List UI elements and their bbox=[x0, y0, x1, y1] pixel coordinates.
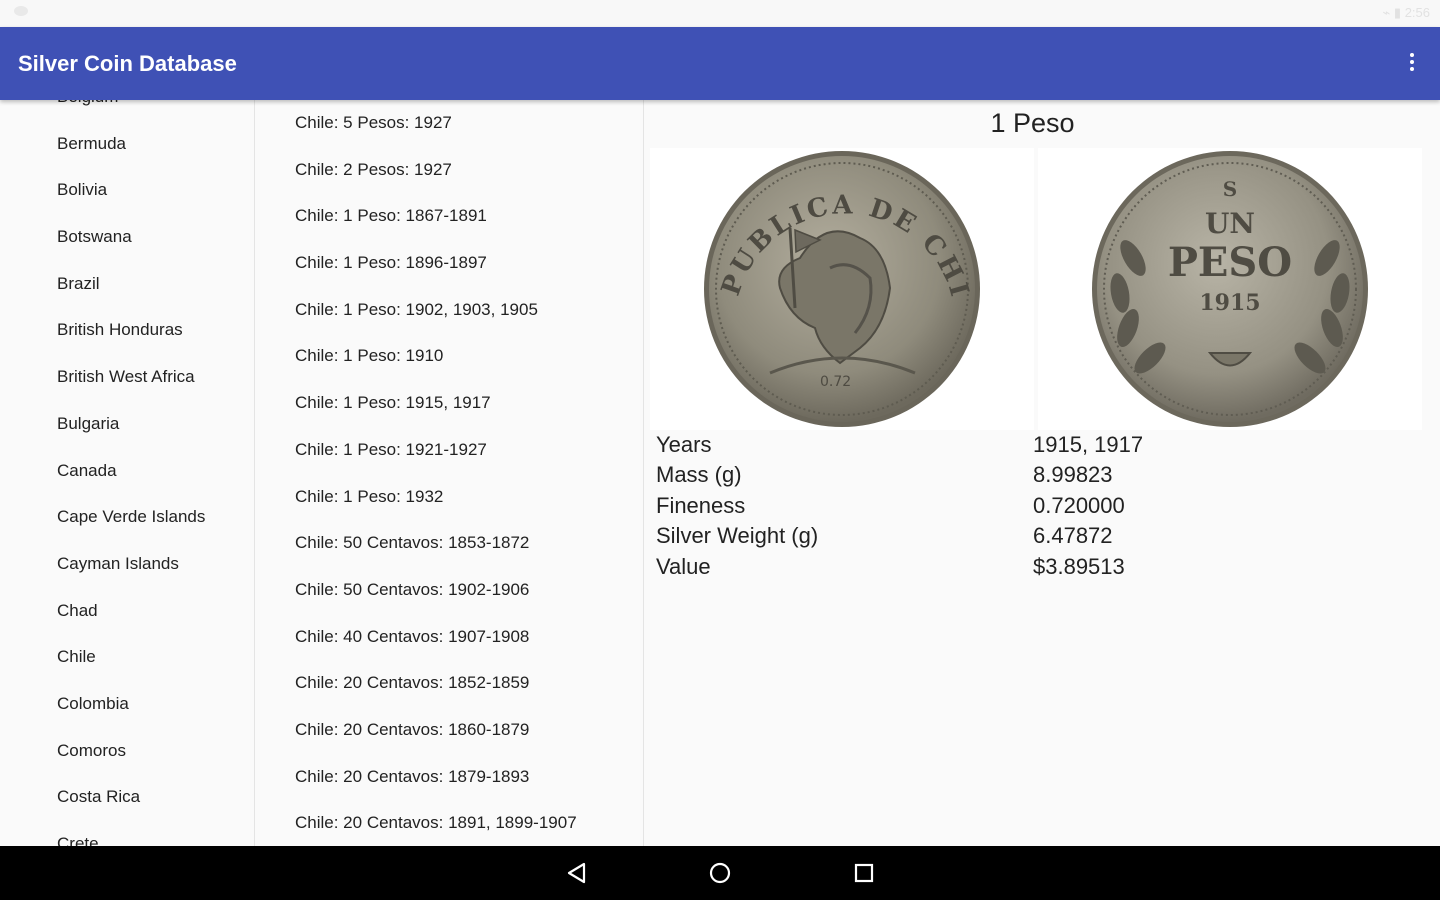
svg-text:S: S bbox=[1223, 177, 1237, 201]
back-icon bbox=[567, 862, 586, 884]
country-item[interactable]: Comoros bbox=[0, 728, 254, 775]
country-item[interactable]: Cape Verde Islands bbox=[0, 494, 254, 541]
property-value: 8.99823 bbox=[1033, 462, 1113, 488]
coin-item[interactable]: Chile: 1 Peso: 1867-1891 bbox=[256, 193, 643, 240]
status-indicators: ⌁ ▮ 2:56 bbox=[1382, 5, 1430, 20]
country-item[interactable]: British Honduras bbox=[0, 307, 254, 354]
coin-item[interactable]: Chile: 1 Peso: 1915, 1917 bbox=[256, 380, 643, 427]
country-item[interactable]: Bulgaria bbox=[0, 401, 254, 448]
property-value: 1915, 1917 bbox=[1033, 432, 1144, 457]
svg-text:0.72: 0.72 bbox=[820, 374, 851, 390]
svg-text:PESO: PESO bbox=[1168, 239, 1292, 286]
coin-item[interactable]: Chile: 1 Peso: 1921-1927 bbox=[256, 427, 643, 474]
coin-item[interactable]: Chile: 1 Peso: 1902, 1903, 1905 bbox=[256, 287, 643, 334]
svg-text:UN: UN bbox=[1205, 207, 1255, 240]
coin-title: 1 Peso bbox=[990, 108, 1075, 138]
coin-item[interactable]: Chile: 50 Centavos: 1853-1872 bbox=[256, 520, 643, 567]
property-row: Fineness 0.720000 bbox=[656, 491, 1426, 521]
property-row: Silver Weight (g) 6.47872 bbox=[656, 521, 1426, 551]
property-label: Mass (g) bbox=[656, 462, 742, 488]
property-value: 6.47872 bbox=[1033, 523, 1113, 549]
status-bar: ⌁ ▮ 2:56 bbox=[0, 0, 1440, 27]
coin-item[interactable]: Chile: 50 Centavos: 1902-1906 bbox=[256, 567, 643, 614]
coin-detail: 1 Peso REPUBLICA DE CHILE bbox=[638, 100, 1440, 846]
property-row: Mass (g) 8.99823 bbox=[656, 460, 1426, 490]
country-item[interactable]: Costa Rica bbox=[0, 774, 254, 821]
recents-icon bbox=[854, 863, 874, 883]
navigation-bar bbox=[0, 846, 1440, 900]
coin-item[interactable]: Chile: 20 Centavos: 1860-1879 bbox=[256, 707, 643, 754]
country-item[interactable]: Cayman Islands bbox=[0, 541, 254, 588]
notification-icon bbox=[14, 6, 28, 16]
coin-reverse-image: S UN PESO 1915 bbox=[1038, 148, 1422, 430]
property-row: Years 1915, 1917 bbox=[656, 430, 1426, 460]
country-item[interactable]: Brazil bbox=[0, 261, 254, 308]
coin-item[interactable]: Chile: 20 Centavos: 1852-1859 bbox=[256, 660, 643, 707]
coin-item[interactable]: Chile: 1 Peso: 1896-1897 bbox=[256, 240, 643, 287]
property-label: Years bbox=[656, 432, 712, 457]
coin-item[interactable]: Chile: 40 Centavos: 1907-1908 bbox=[256, 614, 643, 661]
country-item[interactable]: British West Africa bbox=[0, 354, 254, 401]
coin-list[interactable]: Chile: 5 Pesos: 1927 Chile: 2 Pesos: 1927… bbox=[256, 100, 644, 846]
country-item[interactable]: Bolivia bbox=[0, 167, 254, 214]
coin-obverse-image: REPUBLICA DE CHILE 0.72 bbox=[638, 125, 1034, 430]
property-label: Value bbox=[656, 553, 711, 579]
property-label: Silver Weight (g) bbox=[656, 523, 819, 549]
country-item[interactable]: Canada bbox=[0, 448, 254, 495]
recents-button[interactable] bbox=[849, 858, 879, 888]
coin-item[interactable]: Chile: 1 Peso: 1932 bbox=[256, 474, 643, 521]
country-list[interactable]: BelgiumBermudaBoliviaBotswanaBrazilBriti… bbox=[0, 100, 255, 846]
property-row: Value $3.89513 bbox=[656, 552, 1426, 582]
property-value: 0.720000 bbox=[1033, 492, 1125, 518]
coin-reverse-drawing: S UN PESO 1915 bbox=[1092, 151, 1368, 427]
back-button[interactable] bbox=[562, 858, 592, 888]
coin-obverse-drawing: REPUBLICA DE CHILE 0.72 bbox=[638, 125, 980, 427]
svg-text:1915: 1915 bbox=[1199, 290, 1260, 316]
app-title: Silver Coin Database bbox=[18, 51, 237, 76]
coin-item[interactable]: Chile: 20 Centavos: 1879-1893 bbox=[256, 754, 643, 801]
overflow-menu-icon[interactable] bbox=[1406, 51, 1418, 75]
coin-item[interactable]: Chile: 1 Peso: 1910 bbox=[256, 333, 643, 380]
country-item[interactable]: Chad bbox=[0, 588, 254, 635]
coin-item[interactable]: Chile: 2 Pesos: 1927 bbox=[256, 147, 643, 194]
property-label: Fineness bbox=[656, 492, 746, 518]
coin-properties: Years 1915, 1917 Mass (g) 8.99823 Fineness 0.… bbox=[656, 430, 1426, 582]
country-item[interactable]: Bermuda bbox=[0, 121, 254, 168]
country-item[interactable]: Crete bbox=[0, 821, 254, 846]
content-panes: BelgiumBermudaBoliviaBotswanaBrazilBriti… bbox=[0, 100, 1440, 846]
country-item[interactable]: Belgium bbox=[0, 100, 254, 121]
coin-item[interactable]: Chile: 5 Pesos: 1927 bbox=[256, 100, 643, 147]
country-item[interactable]: Chile bbox=[0, 634, 254, 681]
country-item[interactable]: Colombia bbox=[0, 681, 254, 728]
country-item[interactable]: Botswana bbox=[0, 214, 254, 261]
home-button[interactable] bbox=[705, 858, 735, 888]
app-bar: Silver Coin Database bbox=[0, 27, 1440, 100]
home-icon bbox=[709, 862, 731, 884]
property-value: $3.89513 bbox=[1033, 553, 1125, 579]
coin-item[interactable]: Chile: 20 Centavos: 1891, 1899-1907 bbox=[256, 800, 643, 846]
